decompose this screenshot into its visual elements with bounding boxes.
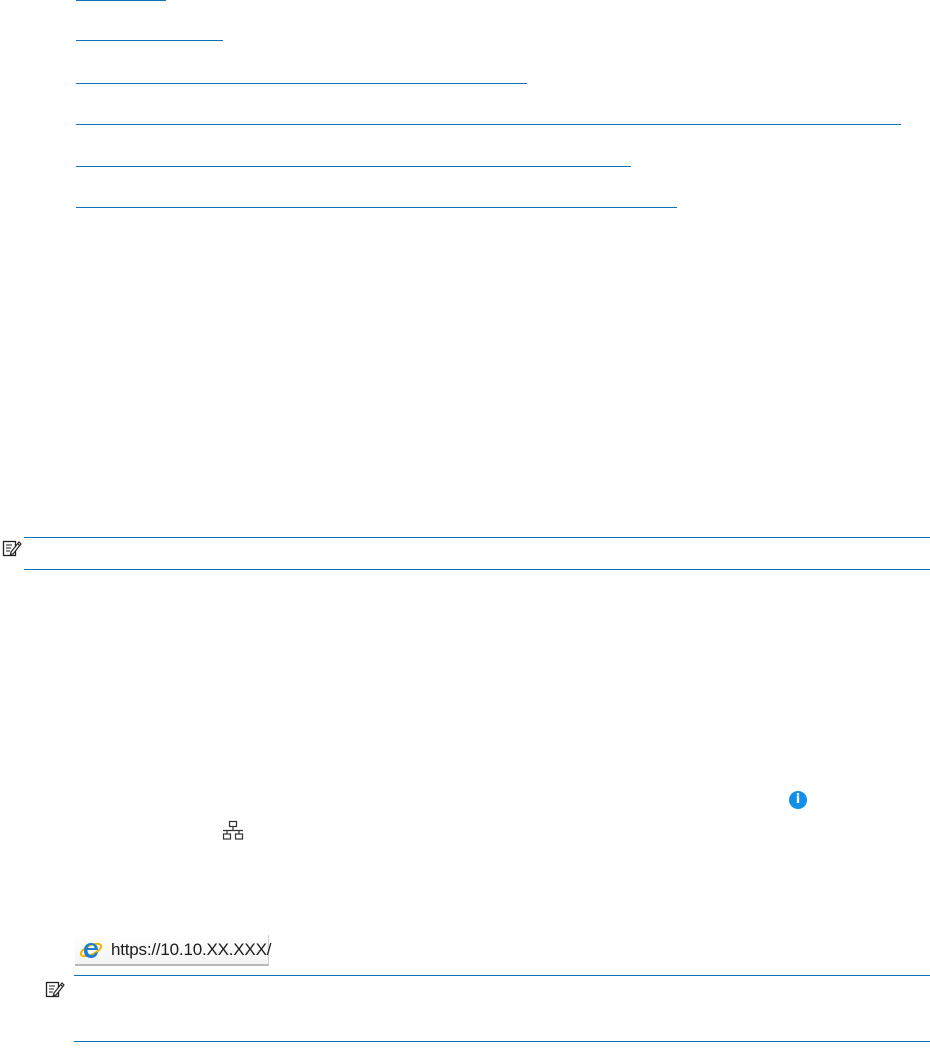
internet-explorer-icon (79, 942, 103, 958)
browser-address-bar: https://10.10.XX.XXX/ (75, 935, 272, 966)
toc-link-6[interactable] (76, 207, 677, 208)
note-2-bottom-rule (74, 1041, 930, 1042)
note-2-top-rule (74, 975, 930, 976)
note-pencil-icon (45, 981, 65, 998)
toc-link-1[interactable] (76, 0, 166, 1)
network-icon (222, 820, 244, 840)
info-icon: i (789, 791, 807, 809)
toc-link-3[interactable] (76, 83, 527, 84)
note-bottom-rule (24, 569, 930, 570)
toc-link-5[interactable] (76, 166, 631, 167)
url-text: https://10.10.XX.XXX/ (111, 940, 272, 959)
note-top-rule (24, 537, 930, 538)
toc-link-2[interactable] (76, 40, 223, 41)
toc-link-4[interactable] (76, 124, 901, 125)
note-pencil-icon (2, 540, 22, 557)
